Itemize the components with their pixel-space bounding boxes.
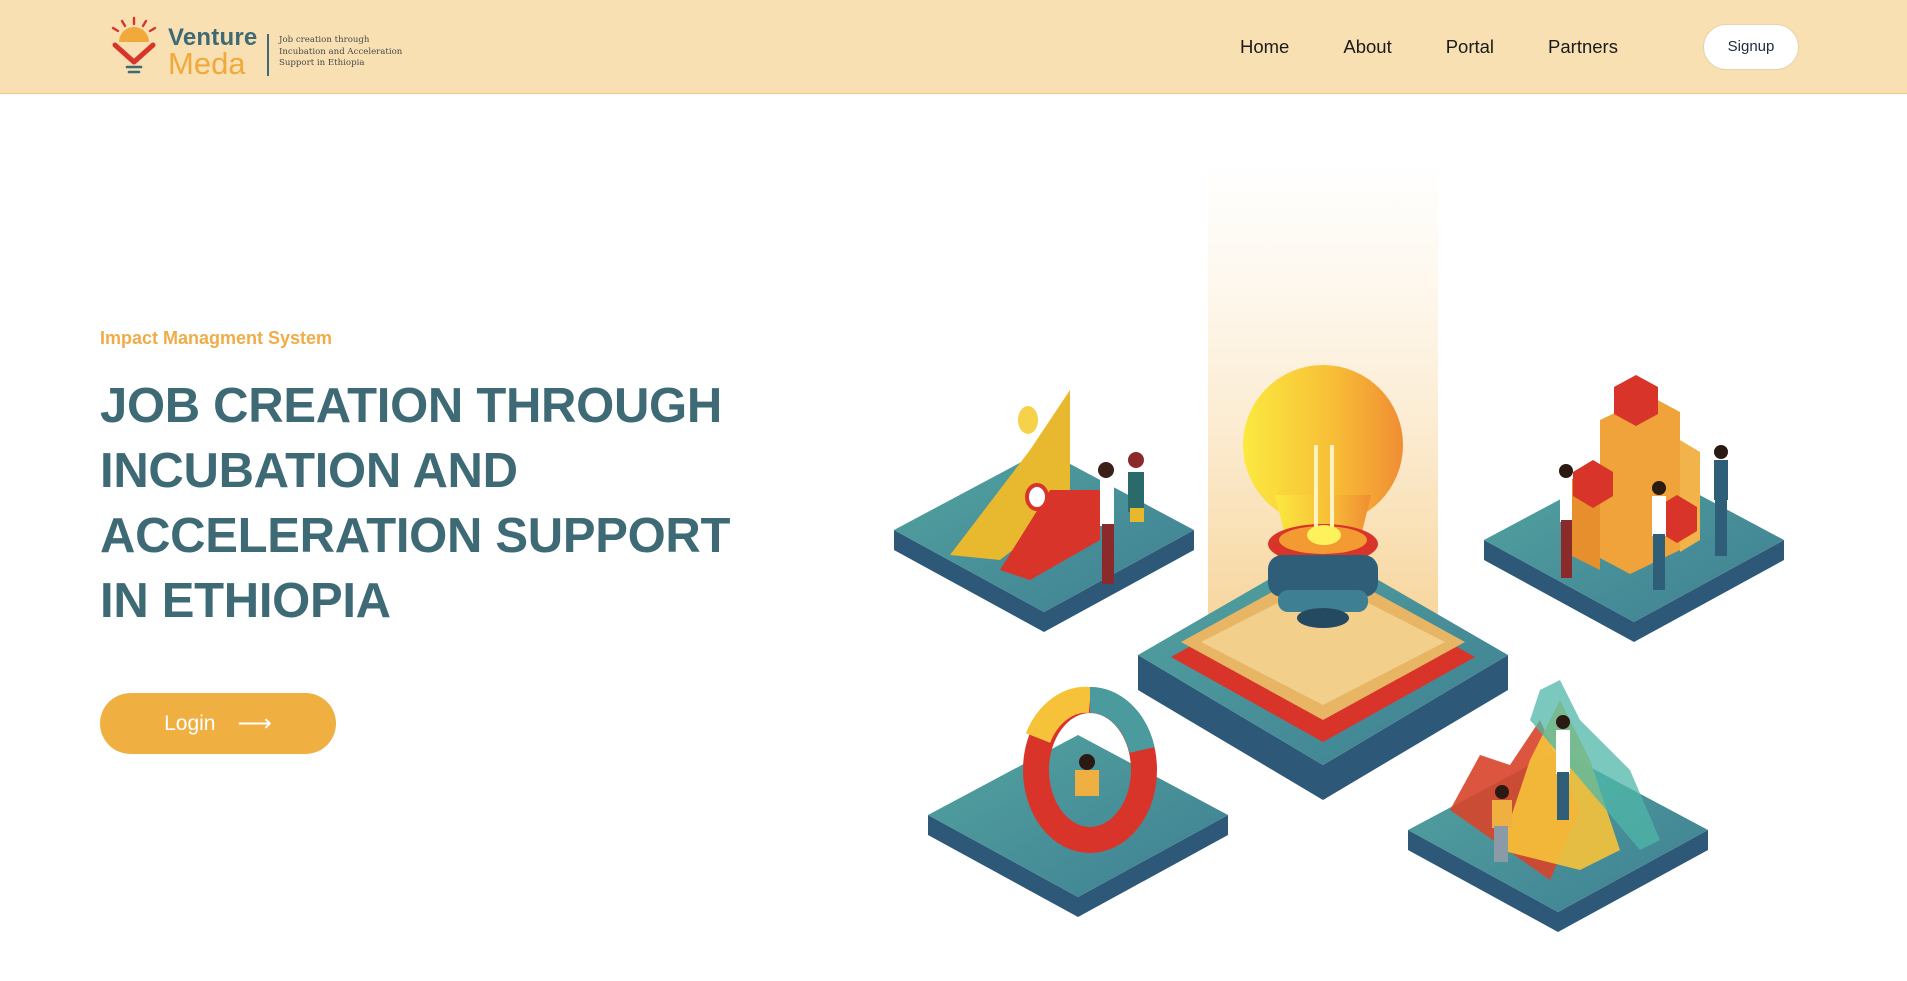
brand-logo[interactable]: Venture Meda Job creation through Incuba… [108, 16, 402, 81]
hero-eyebrow: Impact Managment System [100, 328, 333, 348]
nav-link-portal[interactable]: Portal [1446, 36, 1494, 58]
isometric-platforms-lightbulb-icon [894, 160, 1784, 932]
nav-link-partners[interactable]: Partners [1548, 36, 1618, 58]
brand-wordmark: Venture Meda [168, 26, 257, 81]
nav-link-home[interactable]: Home [1240, 36, 1289, 58]
logo-divider [267, 34, 269, 76]
main-nav: Home About Portal Partners [1240, 0, 1618, 94]
navbar: Venture Meda Job creation through Incuba… [0, 0, 1907, 94]
nav-link-about[interactable]: About [1343, 36, 1391, 58]
sun-bulb-logo-icon [111, 16, 157, 74]
hero-illustration [880, 160, 1820, 940]
login-button[interactable]: Login ⟶ [100, 693, 336, 754]
arrow-right-icon: ⟶ [237, 710, 272, 737]
hero-title: JOB CREATION THROUGH INCUBATION AND ACCE… [100, 379, 731, 628]
login-button-label: Login [164, 711, 216, 735]
platform-bottom-left-top [928, 735, 1228, 897]
brand-name-line2: Meda [168, 46, 246, 81]
brand-tagline: Job creation through Incubation and Acce… [279, 35, 403, 68]
signup-button[interactable]: Signup [1703, 24, 1799, 70]
